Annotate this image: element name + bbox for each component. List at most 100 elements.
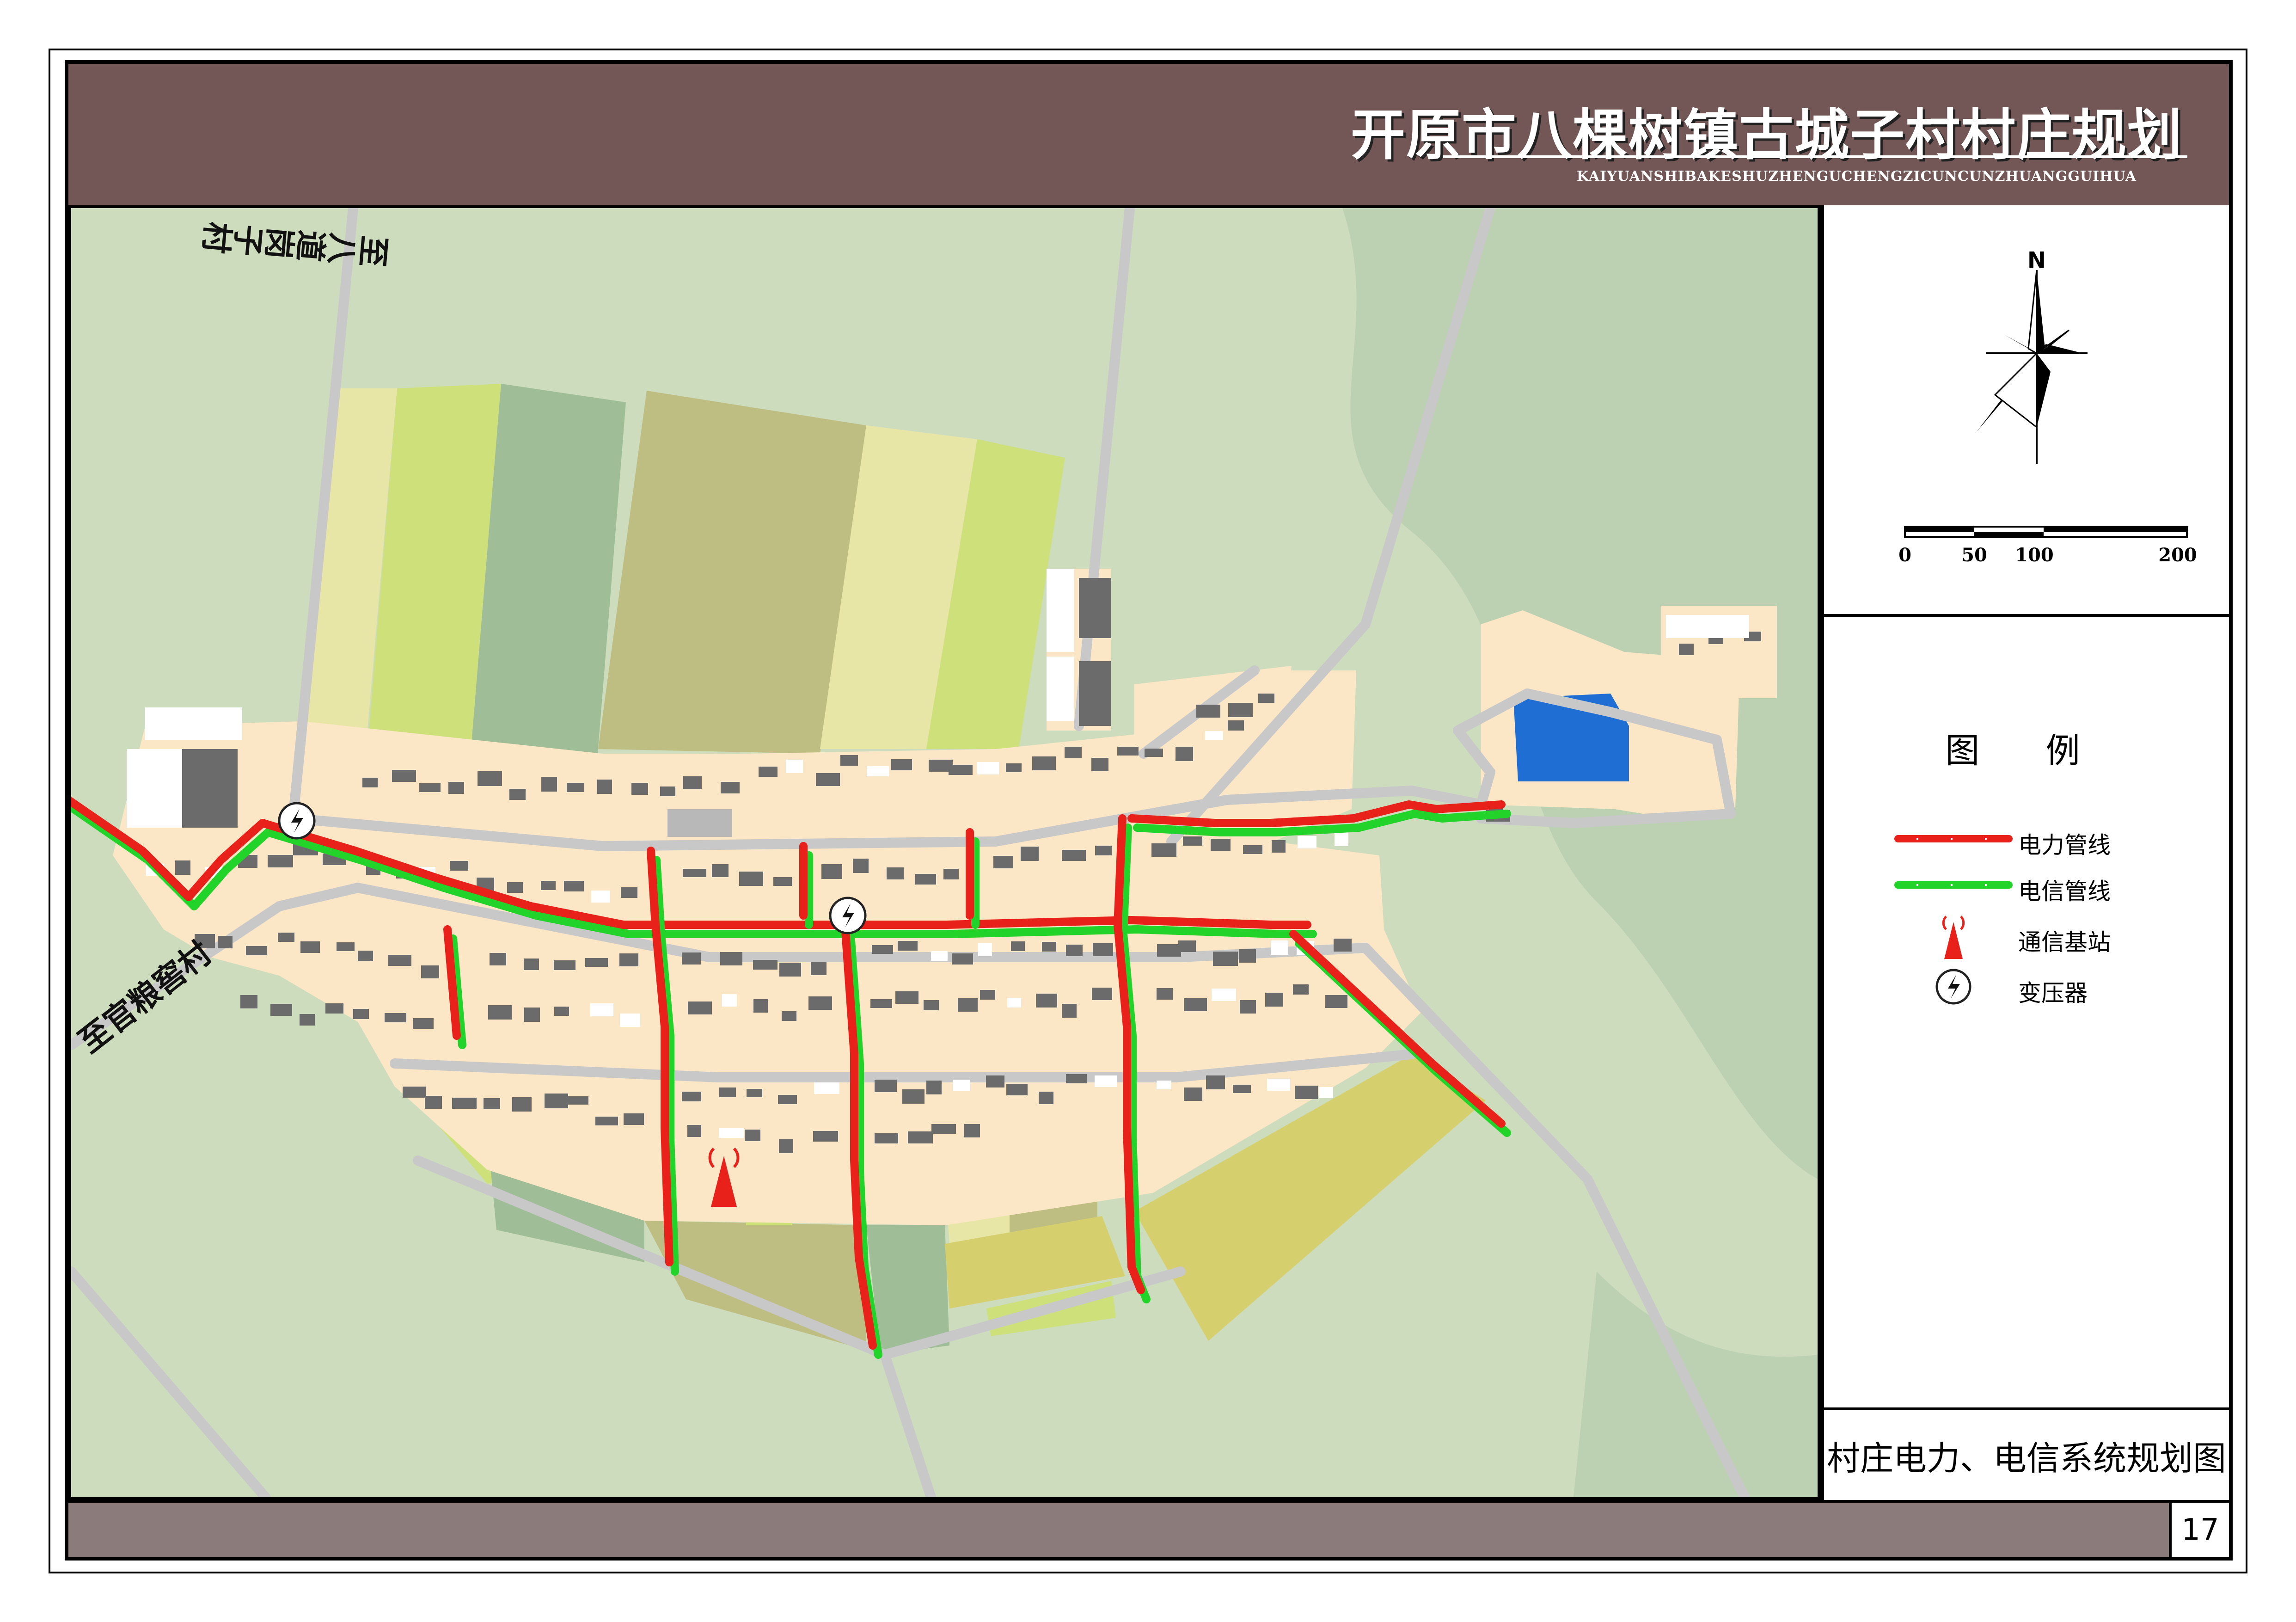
building [478, 771, 502, 786]
building [452, 1098, 477, 1109]
building [1184, 998, 1207, 1011]
legend-label: 变压器 [2018, 980, 2088, 1007]
scale-tick: 100 [2015, 544, 2054, 566]
building [759, 767, 778, 777]
legend-label: 通信基站 [2018, 929, 2111, 956]
building [325, 1003, 343, 1014]
building [867, 766, 889, 776]
building [218, 936, 233, 948]
building [246, 946, 267, 955]
building [337, 942, 355, 951]
building [1092, 988, 1112, 1000]
building [488, 1005, 512, 1020]
building [392, 770, 416, 782]
north-label: N [2027, 247, 2046, 273]
building [1183, 836, 1202, 846]
building [585, 958, 608, 967]
building [902, 1089, 925, 1104]
building [1335, 832, 1348, 846]
building [1212, 989, 1236, 1001]
building [1267, 1079, 1290, 1091]
building [1079, 661, 1111, 726]
legend-item-transformer: 变压器 [1824, 964, 2229, 1019]
building [1272, 840, 1286, 853]
building [682, 1092, 701, 1101]
building [853, 859, 869, 873]
building [541, 881, 556, 890]
building [1157, 944, 1181, 957]
building [753, 960, 778, 970]
building [1095, 846, 1112, 855]
building [1298, 836, 1316, 848]
building [1006, 763, 1022, 772]
building [545, 1094, 568, 1108]
building [268, 855, 293, 867]
building [490, 953, 506, 965]
building [421, 965, 439, 978]
building [507, 882, 523, 893]
map-canvas[interactable]: 至八道岗子村 至官粮窖村 [68, 205, 1820, 1500]
compass-panel: N 0 50 100 200 [1824, 205, 2229, 617]
building [875, 1133, 898, 1143]
building [385, 1013, 406, 1022]
building [719, 1087, 736, 1097]
building-white [127, 749, 182, 828]
building [590, 1003, 613, 1016]
building [719, 1128, 744, 1138]
building [524, 958, 539, 970]
building [403, 1087, 426, 1098]
scale-tick: 0 [1898, 544, 1911, 566]
building [620, 1014, 640, 1027]
north-arrow-icon [1977, 270, 2088, 464]
scale-bar [1904, 526, 2188, 538]
building [683, 776, 702, 789]
building [779, 963, 801, 977]
building [1145, 749, 1163, 757]
building [870, 999, 892, 1008]
building [1213, 952, 1238, 966]
building [1007, 998, 1021, 1008]
building [931, 951, 948, 961]
scale-tick: 50 [1961, 544, 1987, 566]
building [840, 755, 858, 766]
building-white [1047, 657, 1074, 721]
building [964, 1124, 980, 1137]
building [813, 1131, 838, 1142]
map-subtitle: KAIYUANSHIBAKESHUZHENGUCHENGZICUNCUNZHUA… [1576, 168, 2137, 184]
building [1679, 644, 1694, 655]
building [958, 998, 978, 1012]
building [887, 867, 904, 879]
building [1065, 747, 1082, 758]
building [1325, 995, 1347, 1008]
building [895, 991, 918, 1004]
building [1032, 756, 1056, 770]
building [1036, 994, 1057, 1008]
building [300, 1014, 315, 1026]
building [898, 941, 918, 951]
building [524, 1008, 540, 1022]
building [1240, 1000, 1256, 1014]
building [978, 943, 992, 956]
building [993, 856, 1013, 868]
building [1117, 747, 1139, 756]
building [1293, 984, 1309, 995]
building-white [1047, 569, 1074, 652]
building-white [145, 707, 242, 740]
side-panel: N 0 50 100 200 图 例 电力管线 电信管线 通信基站 变压器 村庄… [1820, 205, 2229, 1500]
building [270, 1004, 292, 1016]
building [450, 861, 468, 871]
building [786, 760, 803, 773]
building [1066, 1074, 1087, 1083]
building [182, 749, 238, 828]
building [745, 1130, 760, 1141]
building [816, 773, 840, 786]
transformer-icon [829, 897, 867, 934]
building [1196, 705, 1220, 718]
building [448, 782, 464, 794]
building [597, 780, 612, 794]
building [512, 1097, 532, 1112]
building [564, 881, 584, 891]
legend-item-tower: 通信基站 [1824, 913, 2229, 968]
building [1062, 1004, 1077, 1018]
building [739, 872, 763, 886]
